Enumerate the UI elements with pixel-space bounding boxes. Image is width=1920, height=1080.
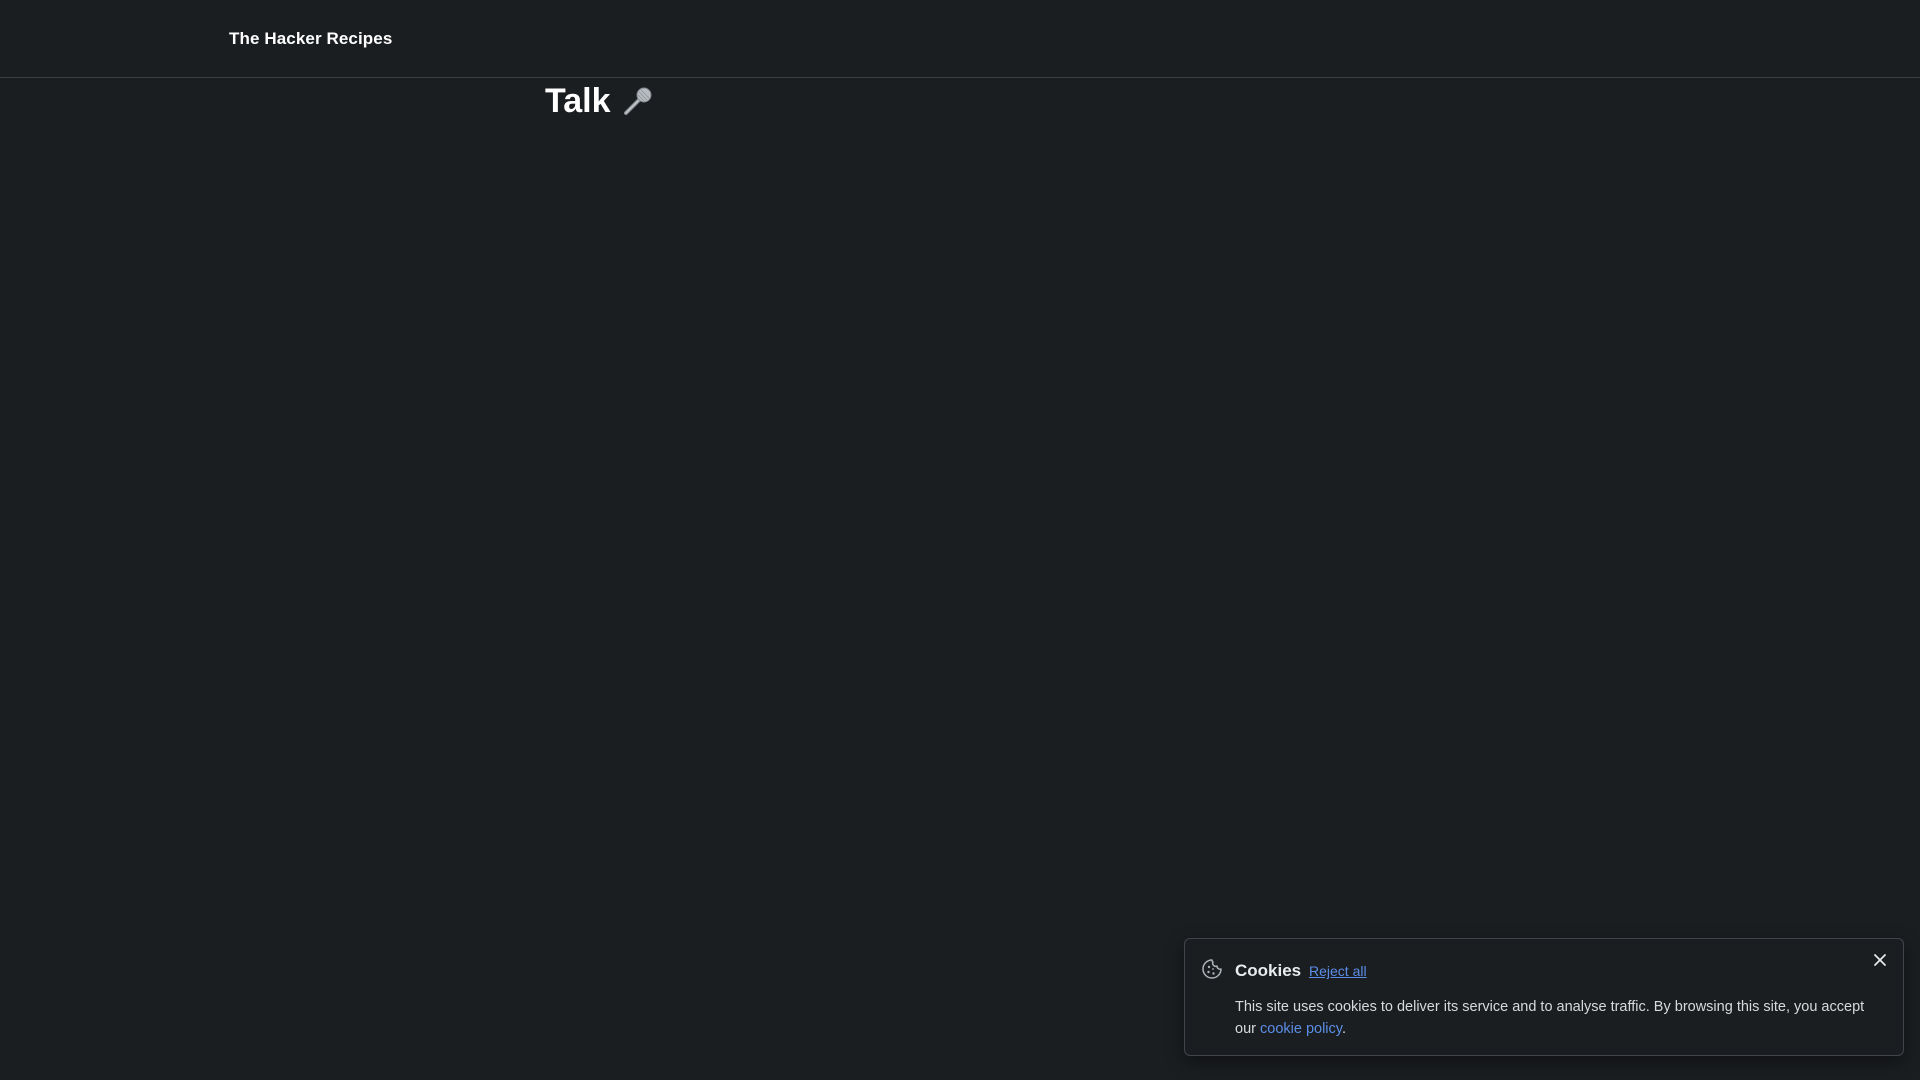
page-heading: Talk — [545, 80, 655, 122]
cookie-banner-text: This site uses cookies to deliver its se… — [1235, 996, 1885, 1040]
cookie-banner-title: Cookies — [1235, 961, 1302, 980]
cookie-icon — [1201, 958, 1223, 980]
site-title-link[interactable]: The Hacker Recipes — [229, 29, 392, 49]
cookie-text-period: . — [1341, 1021, 1346, 1037]
cookie-banner: Cookies Reject all This site uses cookie… — [1184, 938, 1904, 1056]
top-bar: The Hacker Recipes — [0, 0, 1920, 78]
cookie-policy-link[interactable]: cookie policy — [1260, 1021, 1342, 1037]
close-icon[interactable] — [1869, 949, 1891, 971]
microphone-icon — [621, 84, 655, 118]
page-title: Talk — [545, 82, 611, 120]
reject-all-link[interactable]: Reject all — [1309, 963, 1367, 979]
